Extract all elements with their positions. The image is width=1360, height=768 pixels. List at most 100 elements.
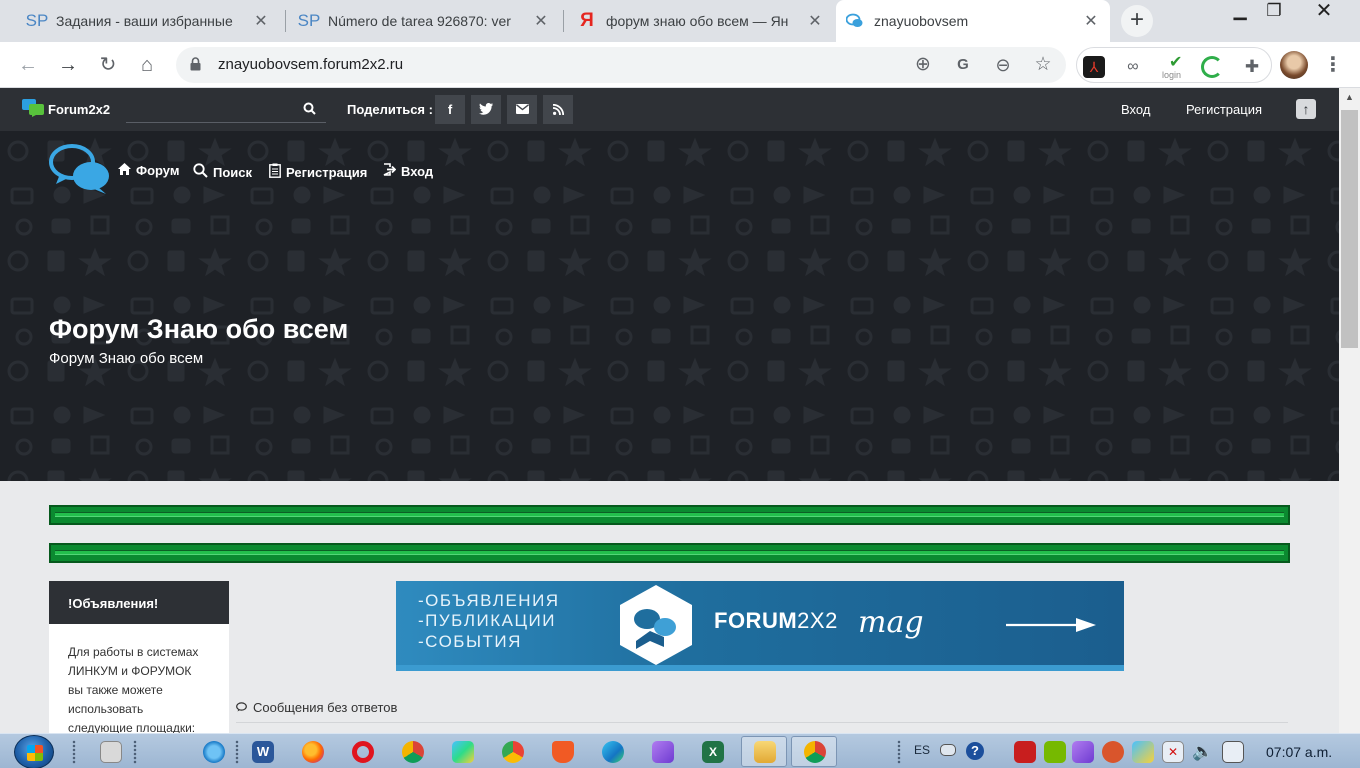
page-scrollbar[interactable]: ▲ xyxy=(1339,88,1360,733)
forum-title: Форум Знаю обо всем xyxy=(49,314,349,344)
rss-share-button[interactable] xyxy=(543,95,573,124)
register-link[interactable]: Регистрация xyxy=(1186,102,1262,117)
profile-avatar[interactable] xyxy=(1280,51,1308,79)
nav-forum[interactable]: Форум xyxy=(118,163,179,178)
chrome-icon xyxy=(804,741,826,763)
login-extension-icon[interactable]: ✔ login xyxy=(1161,54,1191,80)
close-tab-icon[interactable]: ✕ xyxy=(532,11,550,31)
email-share-button[interactable] xyxy=(507,95,537,124)
app-cube-icon[interactable] xyxy=(452,741,474,763)
pen-app-icon[interactable] xyxy=(652,741,674,763)
green-ring-extension-icon[interactable] xyxy=(1201,56,1223,78)
language-indicator[interactable]: ES xyxy=(914,743,930,757)
volume-icon[interactable]: 🔈 xyxy=(1192,741,1214,763)
word-icon[interactable]: W xyxy=(252,741,274,763)
maximize-window-icon[interactable]: ❐ xyxy=(1252,0,1296,24)
banner-brand: FORUM2X2 xyxy=(714,608,838,633)
keyboard-icon[interactable] xyxy=(940,744,956,756)
green-divider-bar xyxy=(49,543,1290,563)
cube-tray-icon[interactable] xyxy=(1132,741,1154,763)
nav-login[interactable]: Вход xyxy=(383,163,433,179)
taskbar-grip xyxy=(133,740,137,764)
forum-header: Форум Поиск Регистрация Вход Форум Знаю … xyxy=(0,131,1339,481)
nav-label: Регистрация xyxy=(286,164,368,180)
nav-search[interactable]: Поиск xyxy=(193,163,252,181)
twitter-share-button[interactable] xyxy=(471,95,501,124)
icon-pattern-background xyxy=(0,131,1339,481)
home-icon xyxy=(118,163,131,178)
scroll-top-arrow-icon[interactable]: ↑ xyxy=(1296,99,1316,119)
opera-icon[interactable] xyxy=(352,741,374,763)
hexagon-logo-icon xyxy=(620,585,692,665)
browser-tab[interactable]: SP Número de tarea 926870: ver ✕ xyxy=(290,0,560,42)
extensions-puzzle-icon[interactable]: ✚ xyxy=(1241,56,1263,78)
sp-favicon-icon: SP xyxy=(25,11,49,30)
speech-bubble-icon xyxy=(236,700,247,715)
reload-icon[interactable]: ↻ xyxy=(93,50,123,80)
acrobat-extension-icon[interactable]: ⅄ xyxy=(1083,56,1105,78)
brave-icon[interactable] xyxy=(552,741,574,763)
app-tray-icon[interactable] xyxy=(1102,741,1124,763)
forum2x2-mag-banner[interactable]: -ОБЪЯВЛЕНИЯ -ПУБЛИКАЦИИ -СОБЫТИЯ FORUM2X… xyxy=(396,581,1124,671)
unanswered-posts-link[interactable]: Сообщения без ответов xyxy=(236,700,397,715)
edge-icon[interactable] xyxy=(602,741,624,763)
search-input[interactable] xyxy=(126,96,296,122)
search-icon[interactable] xyxy=(303,102,316,118)
link-extension-icon[interactable]: ∞ xyxy=(1122,56,1144,78)
browser-tab[interactable]: SP Задания - ваши избранные ✕ xyxy=(18,0,280,42)
windows-taskbar: W X ES ? ✕ 🔈 07:07 a.m. xyxy=(0,733,1360,768)
scroll-up-icon[interactable]: ▲ xyxy=(1339,92,1360,102)
browser-tab[interactable]: Я форум знаю обо всем — Ян ✕ xyxy=(568,0,834,42)
announcement-line: вы также можете xyxy=(68,683,163,697)
forum-top-bar: Forum2x2 Поделиться : Вход Регистрация ↑ xyxy=(0,88,1339,131)
install-app-icon[interactable]: ⊕ xyxy=(908,50,938,80)
tab-divider xyxy=(285,10,286,32)
address-bar[interactable]: znayuobovsem.forum2x2.ru ⊕ G ⊖ ☆ xyxy=(176,47,1066,83)
chrome-canary-icon[interactable] xyxy=(502,741,524,763)
firefox-icon[interactable] xyxy=(302,741,324,763)
taskbar-clock[interactable]: 07:07 a.m. xyxy=(1266,744,1332,760)
network-error-icon[interactable]: ✕ xyxy=(1162,741,1184,763)
back-icon[interactable]: ← xyxy=(13,50,43,80)
internet-explorer-icon[interactable] xyxy=(203,741,225,763)
help-icon[interactable]: ? xyxy=(966,742,984,760)
banner-line: -ОБЪЯВЛЕНИЯ xyxy=(418,591,560,610)
sp-favicon-icon: SP xyxy=(297,11,321,30)
acrobat-tray-icon[interactable] xyxy=(1014,741,1036,763)
browser-tab-active[interactable]: znayuobovsem ✕ xyxy=(836,0,1110,42)
network-icon[interactable] xyxy=(1222,741,1244,763)
tab-divider xyxy=(563,10,564,32)
chrome-taskbar-button[interactable] xyxy=(791,736,837,767)
login-link[interactable]: Вход xyxy=(1121,102,1150,117)
forum2x2-logo-icon[interactable] xyxy=(22,99,44,117)
pen-tray-icon[interactable] xyxy=(1072,741,1094,763)
content-divider xyxy=(236,722,1288,723)
bookmark-star-icon[interactable]: ☆ xyxy=(1028,50,1058,80)
nav-register[interactable]: Регистрация xyxy=(269,163,367,181)
facebook-share-button[interactable]: f xyxy=(435,95,465,124)
home-icon[interactable]: ⌂ xyxy=(132,50,162,80)
excel-icon[interactable]: X xyxy=(702,741,724,763)
unanswered-label: Сообщения без ответов xyxy=(253,700,398,715)
chrome-icon[interactable] xyxy=(402,741,424,763)
forum-logo-icon[interactable] xyxy=(48,143,112,195)
banner-line: -ПУБЛИКАЦИИ xyxy=(418,611,556,630)
nvidia-tray-icon[interactable] xyxy=(1044,741,1066,763)
explorer-taskbar-button[interactable] xyxy=(741,736,787,767)
translate-icon[interactable]: G xyxy=(948,50,978,80)
close-tab-icon[interactable]: ✕ xyxy=(806,11,824,31)
start-button[interactable] xyxy=(14,735,54,768)
close-window-icon[interactable]: ✕ xyxy=(1302,0,1346,24)
scrollbar-thumb[interactable] xyxy=(1341,110,1358,348)
close-tab-icon[interactable]: ✕ xyxy=(1082,11,1100,31)
tab-title: znayuobovsem xyxy=(874,13,969,29)
media-player-icon[interactable] xyxy=(100,741,122,763)
zoom-icon[interactable]: ⊖ xyxy=(988,50,1018,80)
close-tab-icon[interactable]: ✕ xyxy=(252,11,270,31)
tab-title: форум знаю обо всем — Ян xyxy=(606,13,789,29)
forward-icon[interactable]: → xyxy=(53,50,83,80)
menu-dots-icon[interactable]: ⋮ xyxy=(1318,50,1348,80)
announcement-line: ЛИНКУМ и ФОРУМОК xyxy=(68,664,192,678)
brand-name[interactable]: Forum2x2 xyxy=(48,102,110,117)
new-tab-button[interactable]: + xyxy=(1121,5,1153,37)
